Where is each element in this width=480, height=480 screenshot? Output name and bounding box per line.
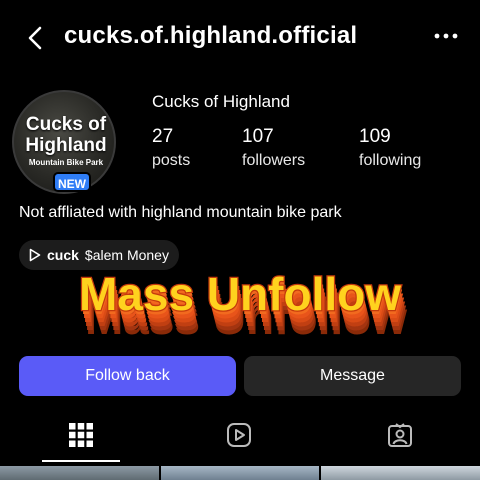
overlay-text: Mass Unfollow (79, 268, 401, 320)
top-bar: cucks.of.highland.official (0, 0, 480, 78)
display-name: Cucks of Highland (152, 92, 290, 111)
followers-count: 107 (242, 126, 274, 147)
mass-unfollow-overlay: Mass Unfollow Mass Unfollow Mass Unfollo… (78, 267, 407, 344)
post-thumbnail[interactable] (160, 466, 320, 480)
following-count: 109 (359, 126, 391, 147)
post-grid (0, 466, 480, 480)
following-stat[interactable]: 109 following (359, 126, 421, 170)
profile-handle: cucks.of.highland.official (64, 22, 358, 49)
profile-avatar[interactable]: Cucks of Highland Mountain Bike Park NEW (12, 90, 124, 194)
reels-icon[interactable] (226, 422, 252, 448)
message-button[interactable]: Message (244, 356, 461, 396)
post-thumbnail[interactable] (0, 466, 159, 480)
avatar-title: Cucks of Highland (25, 114, 107, 156)
avatar-subtitle: Mountain Bike Park (28, 158, 104, 167)
follow-back-button[interactable]: Follow back (19, 356, 236, 396)
post-thumbnail[interactable] (321, 466, 480, 480)
active-tab-indicator (42, 460, 120, 462)
following-label: following (359, 152, 422, 169)
profile-tabs (0, 412, 480, 464)
followers-label: followers (242, 152, 306, 169)
back-arrow-icon[interactable] (22, 24, 50, 52)
posts-stat[interactable]: 27 posts (152, 126, 190, 170)
new-badge: NEW (53, 172, 91, 192)
posts-label: posts (152, 152, 191, 169)
tagged-icon[interactable] (387, 422, 413, 448)
followers-stat[interactable]: 107 followers (242, 126, 305, 170)
grid-icon[interactable] (68, 422, 94, 448)
posts-count: 27 (152, 126, 174, 147)
more-options-icon[interactable] (432, 26, 460, 46)
profile-bio: Not affliated with highland mountain bik… (19, 204, 342, 221)
